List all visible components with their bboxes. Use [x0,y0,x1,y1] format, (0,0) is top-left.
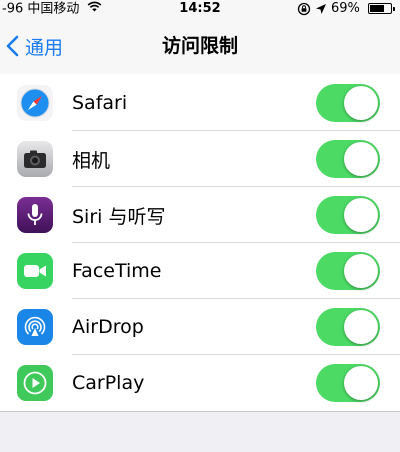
battery-percentage: 69% [330,1,360,16]
toggle-knob [344,198,378,232]
safari-toggle[interactable] [316,83,380,122]
toggle-knob [344,366,378,400]
facetime-toggle[interactable] [316,252,380,290]
toggle-knob [344,254,378,288]
page-title: 访问限制 [161,35,238,57]
camera-icon [17,141,53,177]
battery-icon [368,3,395,14]
battery-fill [370,5,384,12]
list-item-label: Safari [72,91,128,114]
siri-microphone-icon [17,197,53,233]
status-right: 69% [297,0,395,18]
siri-toggle[interactable] [316,196,380,234]
list-item-label: FaceTime [72,260,162,282]
safari-icon [17,84,53,121]
toggle-knob [344,85,378,120]
status-bar: -96 中国移动 14:52 69% [0,0,400,18]
location-arrow-icon [315,1,331,16]
list-item-siri: Siri 与听写 [0,187,400,243]
carplay-icon [17,365,53,401]
list-item-label: CarPlay [72,372,145,394]
carplay-toggle[interactable] [316,364,380,402]
list-item-label: 相机 [72,149,111,172]
list-item-airdrop: AirDrop [0,299,400,355]
restrictions-list: Safari 相机 Siri 与听写 FaceTime AirDrop CarP… [0,74,400,412]
airdrop-toggle[interactable] [316,308,380,346]
camera-toggle[interactable] [316,140,380,178]
list-item-carplay: CarPlay [0,355,400,411]
list-item-safari: Safari [0,74,400,131]
airdrop-icon [17,309,53,345]
list-item-label: AirDrop [72,316,144,338]
list-item-label: Siri 与听写 [72,205,166,228]
list-item-facetime: FaceTime [0,243,400,299]
list-item-camera: 相机 [0,131,400,187]
facetime-video-icon [17,253,53,289]
toggle-knob [344,142,378,176]
orientation-lock-icon [297,1,315,16]
toggle-knob [344,310,378,344]
navigation-bar: 通用 访问限制 [0,18,400,75]
